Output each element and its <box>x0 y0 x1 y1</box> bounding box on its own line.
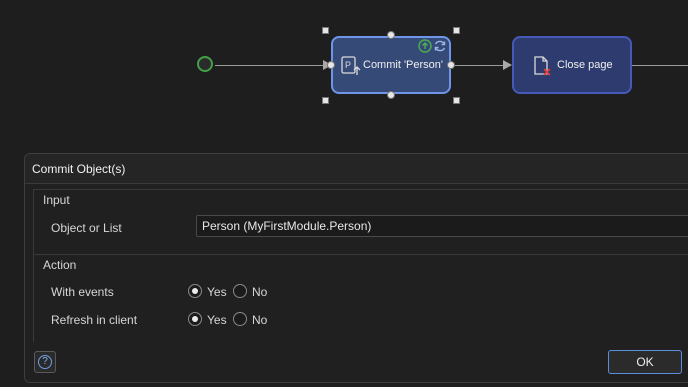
upload-circle-icon[interactable] <box>418 39 432 56</box>
input-group: Input Object or List Person (MyFirstModu… <box>33 189 688 259</box>
with-events-yes-radio[interactable] <box>188 284 202 298</box>
microflow-canvas[interactable]: P Commit 'Person' Close page <box>0 0 688 153</box>
refresh-no-label[interactable]: No <box>252 313 267 327</box>
refresh-icon[interactable] <box>433 39 447 56</box>
help-button[interactable]: ? <box>34 351 56 373</box>
sequence-flow-commit-to-close[interactable] <box>455 65 504 66</box>
help-question-icon: ? <box>38 355 52 369</box>
sequence-flow-start-to-commit[interactable] <box>215 65 323 66</box>
resize-handle-top-right[interactable] <box>453 27 460 34</box>
connection-handle-right[interactable] <box>447 61 455 69</box>
resize-handle-bottom-left[interactable] <box>322 97 329 104</box>
commit-object-icon: P <box>340 55 362 80</box>
connection-handle-left[interactable] <box>327 61 335 69</box>
dialog-footer: ? OK <box>25 342 688 382</box>
commit-objects-dialog: Commit Object(s) Input Object or List Pe… <box>24 153 688 383</box>
action-group-title: Action <box>43 258 77 272</box>
arrow-head <box>503 60 512 70</box>
start-event[interactable] <box>197 56 213 72</box>
sequence-flow-close-to-end[interactable] <box>632 65 688 66</box>
refresh-yes-label[interactable]: Yes <box>207 313 227 327</box>
refresh-yes-radio[interactable] <box>188 312 202 326</box>
close-activity-label: Close page <box>557 59 613 71</box>
ok-button[interactable]: OK <box>608 350 682 374</box>
close-page-icon <box>532 55 554 80</box>
resize-handle-top-left[interactable] <box>322 27 329 34</box>
dialog-title: Commit Object(s) <box>25 154 688 184</box>
with-events-no-label[interactable]: No <box>252 285 267 299</box>
action-group: Action With events Yes No Refresh in cli… <box>33 254 688 342</box>
input-group-title: Input <box>43 193 70 207</box>
connection-handle-bottom[interactable] <box>387 91 395 99</box>
close-page-activity[interactable]: Close page <box>512 36 632 94</box>
refresh-no-radio[interactable] <box>233 312 247 326</box>
commit-person-activity[interactable]: P Commit 'Person' <box>331 36 451 94</box>
commit-activity-label: Commit 'Person' <box>363 59 443 71</box>
refresh-in-client-label: Refresh in client <box>51 313 138 327</box>
svg-text:P: P <box>345 60 351 70</box>
with-events-label: With events <box>51 285 114 299</box>
resize-handle-bottom-right[interactable] <box>453 97 460 104</box>
with-events-no-radio[interactable] <box>233 284 247 298</box>
object-or-list-field[interactable]: Person (MyFirstModule.Person) <box>196 215 688 237</box>
object-or-list-label: Object or List <box>51 221 122 235</box>
connection-handle-top[interactable] <box>387 31 395 39</box>
with-events-yes-label[interactable]: Yes <box>207 285 227 299</box>
